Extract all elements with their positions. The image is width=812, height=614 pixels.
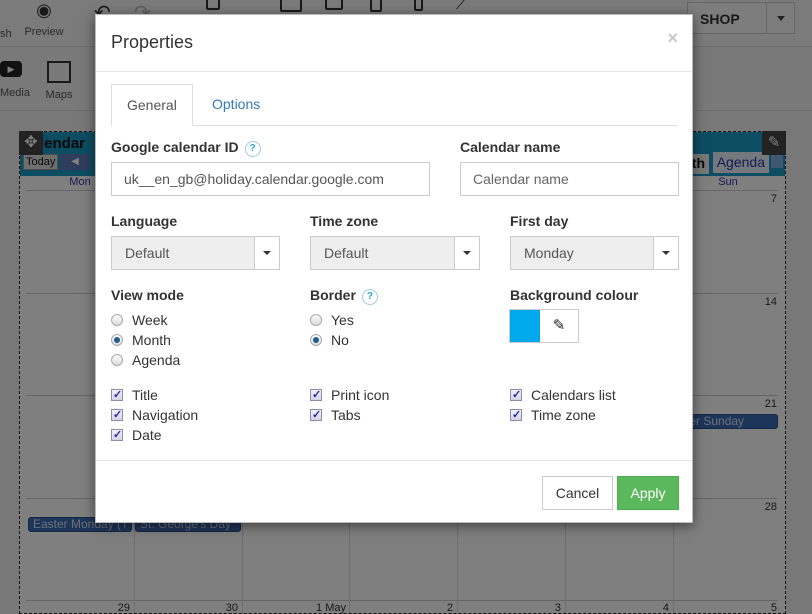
apply-button[interactable]: Apply (617, 476, 679, 510)
radio-label: Yes (331, 312, 354, 328)
help-icon[interactable]: ? (361, 289, 378, 305)
border-yes[interactable]: Yes (310, 310, 354, 330)
chevron-down-icon[interactable] (454, 237, 479, 269)
view-mode-agenda[interactable]: Agenda (111, 350, 180, 370)
dialog-header: Properties × (96, 15, 692, 72)
checkbox-title[interactable]: Title (111, 385, 158, 405)
time-zone-select-value: Default (324, 245, 369, 261)
checkbox[interactable] (310, 405, 322, 425)
first-day-select[interactable]: Monday (510, 236, 679, 270)
google-calendar-id-label-text: Google calendar ID (111, 139, 239, 155)
checkbox-label: Print icon (331, 387, 390, 403)
radio-button[interactable] (111, 354, 123, 366)
chevron-down-icon[interactable] (254, 237, 279, 269)
checkbox-tabs[interactable]: Tabs (310, 405, 361, 425)
dialog-tabs: General Options (111, 84, 678, 126)
pencil-icon[interactable]: ✎ (540, 310, 578, 342)
cancel-button[interactable]: Cancel (542, 476, 613, 510)
time-zone-select[interactable]: Default (310, 236, 480, 270)
radio-label: Agenda (132, 352, 181, 368)
checkbox[interactable] (510, 385, 522, 405)
background-colour-picker[interactable]: ✎ (509, 309, 579, 343)
properties-dialog: Properties × General Options Google cale… (95, 14, 693, 523)
language-select[interactable]: Default (111, 236, 280, 270)
calendar-name-label: Calendar name (460, 139, 561, 155)
checkbox-date[interactable]: Date (111, 425, 162, 445)
radio-button[interactable] (310, 334, 322, 346)
view-mode-week[interactable]: Week (111, 310, 168, 330)
checkbox-label: Time zone (531, 407, 596, 423)
background-colour-label: Background colour (510, 287, 639, 303)
radio-label: Month (132, 332, 171, 348)
dialog-title: Properties (111, 32, 194, 52)
language-label: Language (111, 213, 178, 229)
google-calendar-id-label: Google calendar ID? (111, 139, 261, 157)
checkbox-navigation[interactable]: Navigation (111, 405, 198, 425)
radio-label: No (331, 332, 349, 348)
checkbox-print-icon[interactable]: Print icon (310, 385, 389, 405)
checkbox-label: Title (132, 387, 158, 403)
checkbox-label: Calendars list (531, 387, 616, 403)
google-calendar-id-input[interactable] (111, 162, 430, 196)
checkbox[interactable] (111, 385, 123, 405)
first-day-label: First day (510, 213, 569, 229)
chevron-down-icon[interactable] (653, 237, 678, 269)
tab-options[interactable]: Options (197, 84, 275, 126)
checkbox-calendars-list[interactable]: Calendars list (510, 385, 616, 405)
border-no[interactable]: No (310, 330, 349, 350)
checkbox[interactable] (510, 405, 522, 425)
view-mode-month[interactable]: Month (111, 330, 171, 350)
view-mode-label: View mode (111, 287, 184, 303)
radio-button[interactable] (111, 314, 123, 326)
tab-general[interactable]: General (111, 84, 193, 126)
checkbox-time-zone[interactable]: Time zone (510, 405, 596, 425)
first-day-select-value: Monday (524, 245, 574, 261)
checkbox-label: Navigation (132, 407, 199, 423)
language-select-value: Default (125, 245, 170, 261)
calendar-name-input[interactable] (460, 162, 679, 196)
radio-label: Week (132, 312, 168, 328)
border-label-text: Border (310, 287, 356, 303)
colour-swatch[interactable] (510, 310, 540, 342)
time-zone-label: Time zone (310, 213, 379, 229)
dialog-footer: Cancel Apply (96, 460, 692, 523)
checkbox[interactable] (310, 385, 322, 405)
checkbox[interactable] (111, 405, 123, 425)
radio-button[interactable] (111, 334, 123, 346)
close-icon[interactable]: × (667, 28, 678, 49)
checkbox-label: Tabs (331, 407, 361, 423)
help-icon[interactable]: ? (244, 141, 261, 157)
border-label: Border? (310, 287, 378, 305)
radio-button[interactable] (310, 314, 322, 326)
checkbox-label: Date (132, 427, 162, 443)
checkbox[interactable] (111, 425, 123, 445)
